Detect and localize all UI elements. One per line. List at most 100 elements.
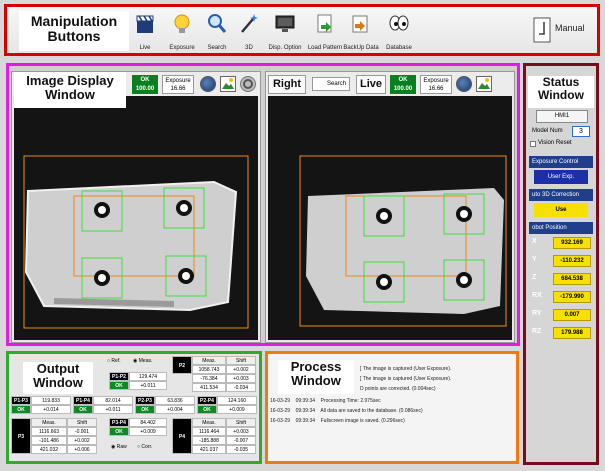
p2p3-diff: +0.004 xyxy=(155,405,195,414)
p4-meas-head: Meas. xyxy=(192,418,226,427)
left-ok-text: OK xyxy=(140,77,150,83)
clapperboard-icon xyxy=(136,15,154,33)
log-line: D points are corrected. (0.004sec) xyxy=(360,386,436,392)
p3p4-label: P3-P4 xyxy=(109,418,129,427)
left-ok-badge: OK 100.00 xyxy=(132,75,158,94)
p2-meas-z: 411.534 xyxy=(192,383,226,392)
p1p2-value: 129.474 xyxy=(129,372,167,381)
left-image-button[interactable] xyxy=(220,76,236,92)
p2p3-ok: OK xyxy=(135,405,155,414)
right-ok-badge: OK 100.00 xyxy=(390,75,416,94)
left-part-visual xyxy=(14,96,258,340)
right-camera-image[interactable] xyxy=(268,96,512,340)
p2p4-ok: OK xyxy=(197,405,217,414)
database-button[interactable]: Database xyxy=(379,9,419,53)
p4-shift-y: -0.007 xyxy=(226,436,256,445)
pos-x-label: X xyxy=(532,238,537,245)
p1p3-diff: +0.014 xyxy=(31,405,71,414)
process-callout: Process Window xyxy=(278,359,354,394)
raw-radio[interactable]: ◉ Raw xyxy=(111,444,127,450)
output-window: Output Window ○ Ref. ◉ Meas. P1-P2 129.4… xyxy=(6,351,262,464)
vision-reset-checkbox[interactable] xyxy=(530,141,536,147)
raw-radio-label: Raw xyxy=(116,444,127,450)
magnifier-icon xyxy=(208,14,227,33)
log-message: ] The image is captured (User Exposure). xyxy=(360,376,452,382)
user-exp-button[interactable]: User Exp. xyxy=(534,170,588,184)
p3-shift-head: Shift xyxy=(67,418,97,427)
right-exposure-box: Exposure 16.66 xyxy=(420,75,452,94)
ref-radio-label: Ref. xyxy=(111,358,121,364)
hmi-button[interactable]: HMI1 xyxy=(536,110,588,123)
ref-radio[interactable]: ○ Ref. xyxy=(107,358,121,364)
log-line: ] The image is captured (User Exposure). xyxy=(360,366,451,372)
log-date: 16-03-29 xyxy=(270,418,291,424)
p3-meas-y: -101.486 xyxy=(31,436,67,445)
pos-rx-label: RX xyxy=(532,292,542,299)
right-camera-pane: Right Search Live OK 100.00 Exposure 16.… xyxy=(265,71,515,343)
pos-y-label: Y xyxy=(532,256,537,263)
p1p2-diff: +0.011 xyxy=(129,381,167,390)
left-exposure-value: 16.66 xyxy=(170,86,186,92)
database-button-label: Database xyxy=(386,45,412,51)
left-camera-pane: OK 100.00 Exposure 16.66 Image Display W… xyxy=(11,71,261,343)
left-camera-image[interactable] xyxy=(14,96,258,340)
left-settings-button[interactable] xyxy=(240,76,256,92)
p2p4-label: P2-P4 xyxy=(197,396,217,405)
manual-label: Manual xyxy=(555,23,585,33)
p3p4-value: 84.402 xyxy=(129,418,167,427)
backup-icon xyxy=(352,15,368,33)
right-image-button[interactable] xyxy=(476,76,492,92)
manual-button[interactable]: Manual xyxy=(527,13,599,49)
p4-meas-z: 421.037 xyxy=(192,445,226,454)
gear-icon xyxy=(243,79,253,89)
meas-radio[interactable]: ◉ Meas. xyxy=(133,358,152,364)
pos-rz-label: RZ xyxy=(532,328,542,335)
vision-reset-label: Vision Reset xyxy=(538,140,572,146)
left-capture-button[interactable] xyxy=(200,76,216,92)
left-ok-score: 100.00 xyxy=(135,86,155,92)
p1p3-ok: OK xyxy=(11,405,31,414)
p1p4-ok: OK xyxy=(73,405,93,414)
corr-radio[interactable]: ○ Corr. xyxy=(137,444,152,450)
pos-y-value: -110.232 xyxy=(553,255,591,267)
right-live-button[interactable]: Live xyxy=(356,75,386,94)
p2p4-value: 124.160 xyxy=(217,396,257,405)
pos-ry-value: 0.007 xyxy=(553,309,591,321)
pos-z-label: Z xyxy=(532,274,537,281)
p1p3-label: P1-P3 xyxy=(11,396,31,405)
p3-meas-head: Meas. xyxy=(31,418,67,427)
p1p2-label: P1-P2 xyxy=(109,372,129,381)
left-exposure-box: Exposure 16.66 xyxy=(162,75,194,94)
model-num-input[interactable]: 3 xyxy=(572,126,590,137)
log-message: All data are saved to the database. (0.0… xyxy=(320,408,423,414)
p3p4-diff: +0.009 xyxy=(129,427,167,436)
use-button[interactable]: Use xyxy=(534,203,588,217)
robot-position-header: obot Position xyxy=(529,222,593,234)
log-date: 16-03-29 xyxy=(270,398,291,404)
p2-meas-head: Meas. xyxy=(192,356,226,365)
p2-meas-y: -76.384 xyxy=(192,374,226,383)
log-time: 09:39:34 xyxy=(295,408,316,414)
right-pane-header: Right Search Live OK 100.00 Exposure 16.… xyxy=(266,72,514,96)
p3-meas-x: 1116.663 xyxy=(31,427,67,436)
pos-ry-label: RY xyxy=(532,310,542,317)
log-time: 09:39:34 xyxy=(295,418,316,424)
log-line: 16-03-29 09:39:34 Processing Time: 2.975… xyxy=(270,398,381,404)
log-message: Fullscreen image is saved. (0.296sec) xyxy=(320,418,405,424)
p2p4-diff: +0.009 xyxy=(217,405,257,414)
model-num-label: Model Num xyxy=(532,128,563,134)
lightbulb-icon xyxy=(174,14,190,33)
p1p2-ok: OK xyxy=(109,381,129,390)
right-capture-button[interactable] xyxy=(456,76,472,92)
corr-radio-label: Corr. xyxy=(141,444,153,450)
log-line: 16-03-29 09:39:34 Fullscreen image is sa… xyxy=(270,418,405,424)
document-arrow-icon xyxy=(317,14,332,33)
right-ok-text: OK xyxy=(398,77,408,83)
log-message: D points are corrected. (0.004sec) xyxy=(360,386,436,392)
exposure-control-header: Exposure Control xyxy=(529,156,593,168)
right-search-button[interactable]: Search xyxy=(312,77,351,91)
app-window: Live Exposure Search 3D Disp. Option Loa… xyxy=(0,0,605,471)
p2-shift-x: +0.002 xyxy=(226,365,256,374)
log-line: 16-03-29 09:39:34 All data are saved to … xyxy=(270,408,423,414)
p2-shift-z: -0.034 xyxy=(226,383,256,392)
